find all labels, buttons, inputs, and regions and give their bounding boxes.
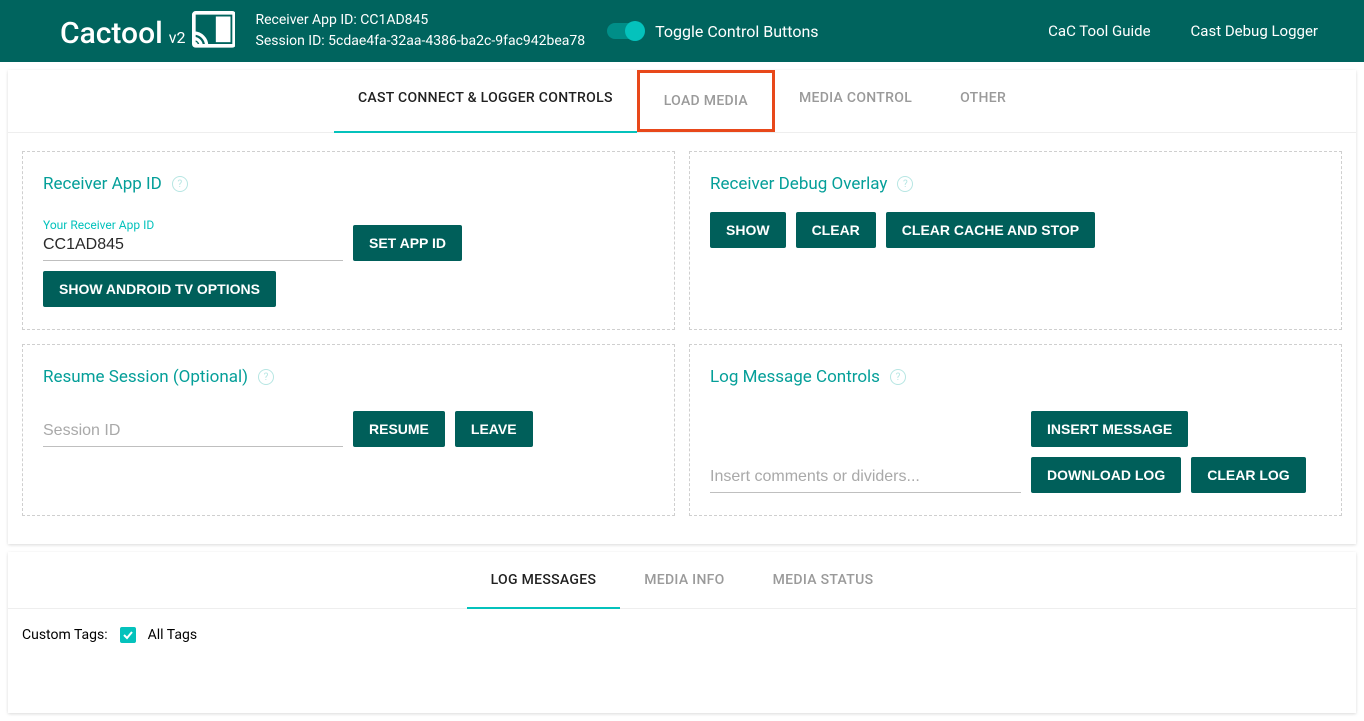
log-message-controls-card: Log Message Controls ? INSERT MESSAGE DO… (689, 344, 1342, 516)
tab-load-media[interactable]: LOAD MEDIA (637, 70, 775, 132)
cast-icon (192, 11, 236, 47)
logo-text: Cactool (60, 16, 163, 51)
help-icon[interactable]: ? (897, 176, 913, 192)
tab-log-messages[interactable]: LOG MESSAGES (467, 552, 621, 608)
all-tags-label: All Tags (148, 627, 197, 643)
session-id-label: Session ID: (256, 33, 325, 49)
field-label: Your Receiver App ID (43, 218, 343, 232)
toggle-switch[interactable] (607, 23, 643, 39)
session-id-value: 5cdae4fa-32aa-4386-ba2c-9fac942bea78 (328, 33, 585, 49)
header: Cactool v2 Receiver App ID: CC1AD845 Ses… (0, 0, 1364, 62)
header-info: Receiver App ID: CC1AD845 Session ID: 5c… (256, 10, 586, 52)
receiver-app-id-card: Receiver App ID ? Your Receiver App ID S… (22, 151, 675, 330)
custom-tags-label: Custom Tags: (22, 627, 108, 643)
logs-tabs: LOG MESSAGES MEDIA INFO MEDIA STATUS (8, 552, 1356, 609)
tab-other[interactable]: OTHER (936, 70, 1030, 132)
all-tags-checkbox[interactable] (120, 627, 136, 643)
custom-tags-row: Custom Tags: All Tags (8, 609, 1356, 653)
card-title: Log Message Controls ? (710, 367, 906, 387)
session-id-field (43, 418, 343, 447)
logo-version: v2 (169, 28, 186, 47)
logo: Cactool v2 (60, 11, 236, 51)
show-button[interactable]: SHOW (710, 212, 786, 248)
tab-media-status[interactable]: MEDIA STATUS (749, 552, 898, 608)
show-android-tv-options-button[interactable]: SHOW ANDROID TV OPTIONS (43, 271, 276, 307)
leave-button[interactable]: LEAVE (455, 411, 533, 447)
cards-grid: Receiver App ID ? Your Receiver App ID S… (8, 133, 1356, 534)
session-id-input[interactable] (43, 418, 343, 447)
tab-cast-connect[interactable]: CAST CONNECT & LOGGER CONTROLS (334, 70, 637, 132)
clear-log-button[interactable]: CLEAR LOG (1191, 457, 1305, 493)
toggle-control-buttons: Toggle Control Buttons (607, 22, 818, 41)
card-title: Receiver App ID ? (43, 174, 188, 194)
tab-media-control[interactable]: MEDIA CONTROL (775, 70, 936, 132)
log-buttons: INSERT MESSAGE DOWNLOAD LOG CLEAR LOG (1031, 411, 1321, 493)
clear-cache-and-stop-button[interactable]: CLEAR CACHE AND STOP (886, 212, 1095, 248)
insert-message-button[interactable]: INSERT MESSAGE (1031, 411, 1188, 447)
set-app-id-button[interactable]: SET APP ID (353, 225, 462, 261)
receiver-debug-overlay-card: Receiver Debug Overlay ? SHOW CLEAR CLEA… (689, 151, 1342, 330)
help-icon[interactable]: ? (890, 369, 906, 385)
toggle-label: Toggle Control Buttons (655, 22, 818, 41)
log-comment-input[interactable] (710, 464, 1021, 493)
receiver-app-id-value: CC1AD845 (360, 12, 428, 28)
help-icon[interactable]: ? (172, 176, 188, 192)
help-icon[interactable]: ? (258, 369, 274, 385)
cast-debug-logger-link[interactable]: Cast Debug Logger (1191, 22, 1318, 40)
main-tabs: CAST CONNECT & LOGGER CONTROLS LOAD MEDI… (8, 70, 1356, 133)
resume-session-card: Resume Session (Optional) ? RESUME LEAVE (22, 344, 675, 516)
card-title: Resume Session (Optional) ? (43, 367, 274, 387)
logs-card: LOG MESSAGES MEDIA INFO MEDIA STATUS Cus… (8, 552, 1356, 713)
main-controls-card: CAST CONNECT & LOGGER CONTROLS LOAD MEDI… (8, 70, 1356, 544)
card-title: Receiver Debug Overlay ? (710, 174, 913, 194)
tab-media-info[interactable]: MEDIA INFO (620, 552, 748, 608)
resume-button[interactable]: RESUME (353, 411, 445, 447)
receiver-app-id-label: Receiver App ID: (256, 12, 357, 28)
download-log-button[interactable]: DOWNLOAD LOG (1031, 457, 1181, 493)
clear-button[interactable]: CLEAR (796, 212, 876, 248)
receiver-app-id-input[interactable] (43, 232, 343, 261)
receiver-app-id-field: Your Receiver App ID (43, 218, 343, 261)
cac-tool-guide-link[interactable]: CaC Tool Guide (1048, 22, 1150, 40)
